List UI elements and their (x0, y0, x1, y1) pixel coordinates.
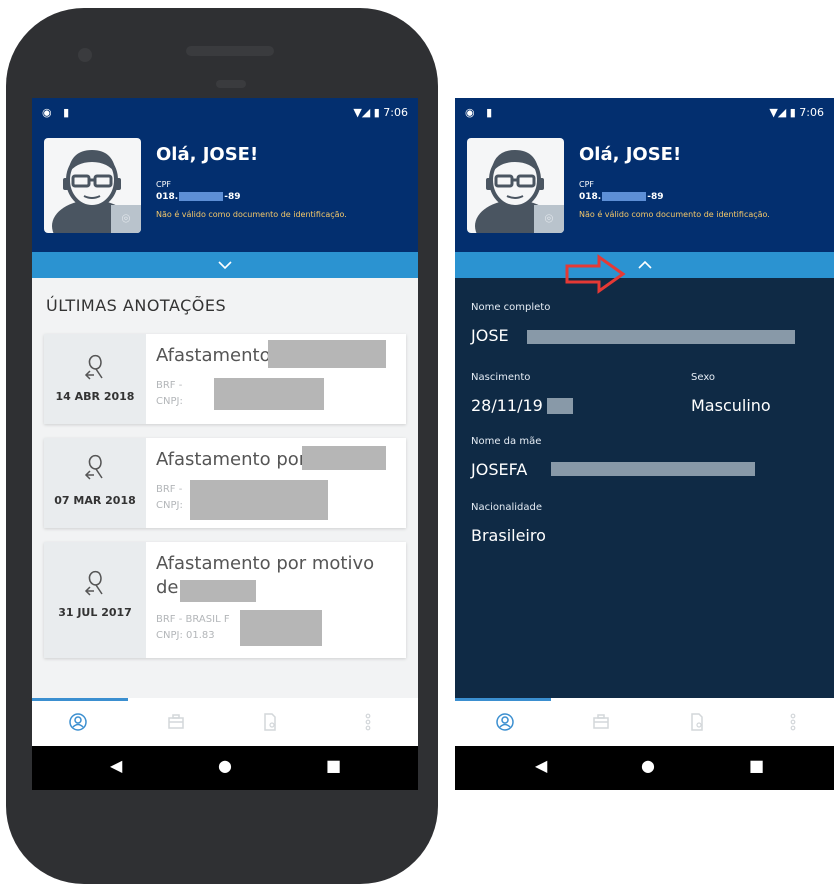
nationality-value: Brasileiro (471, 526, 546, 545)
camera-icon[interactable]: ⌾ (111, 205, 141, 233)
status-time: 7:06 (799, 106, 824, 119)
cpf-suffix: -89 (647, 192, 664, 202)
back-button[interactable]: ◀ (535, 756, 547, 775)
section-title: ÚLTIMAS ANOTAÇÕES (46, 296, 227, 315)
annotation-card[interactable]: 31 JUL 2017 Afastamento por motivo de BR… (44, 542, 406, 658)
status-left-icons: ◉ ▮ (42, 106, 74, 119)
profile-header: ⌾ Olá, JOSE! CPF 018. -89 Não é válido co… (32, 128, 418, 252)
active-tab-indicator (455, 698, 551, 701)
more-icon[interactable] (783, 712, 803, 732)
recents-button[interactable]: ■ (749, 756, 764, 775)
document-disclaimer: Não é válido como documento de identific… (156, 210, 347, 219)
mother-name-value: JOSEFA (471, 460, 528, 479)
status-bar: ◉ ▮ ▼◢ ▮ 7:06 (32, 98, 418, 128)
avatar[interactable]: ⌾ (467, 138, 564, 233)
birth-date-label: Nascimento (471, 372, 531, 383)
card-company: BRF - (156, 484, 183, 495)
front-camera (78, 48, 92, 62)
recents-button[interactable]: ■ (326, 756, 341, 775)
status-time: 7:06 (383, 106, 408, 119)
card-date: 31 JUL 2017 (58, 606, 132, 619)
active-tab-indicator (32, 698, 128, 701)
redaction (190, 480, 328, 520)
card-company: BRF - (156, 380, 183, 391)
status-left-icons: ◉ ▮ (465, 106, 497, 119)
document-disclaimer: Não é válido como documento de identific… (579, 210, 770, 219)
home-button[interactable]: ● (641, 756, 655, 775)
card-cnpj: CNPJ: (156, 500, 183, 511)
expand-details-button[interactable] (32, 252, 418, 278)
full-name-value: JOSE (471, 326, 509, 345)
redaction (547, 398, 573, 414)
person-leaving-icon (84, 570, 103, 596)
profile-header: ⌾ Olá, JOSE! CPF 018. -89 Não é válido co… (455, 128, 834, 252)
more-icon[interactable] (358, 712, 378, 732)
redaction (214, 378, 324, 410)
system-navigation-bar: ◀ ● ■ (32, 746, 418, 790)
system-navigation-bar: ◀ ● ■ (455, 746, 834, 790)
redaction (302, 446, 386, 470)
redaction (180, 580, 256, 602)
status-right: ▼◢ ▮ 7:06 (769, 106, 824, 119)
chevron-down-icon (218, 261, 232, 270)
earpiece-speaker (186, 46, 274, 56)
document-icon[interactable] (687, 712, 707, 732)
person-leaving-icon (84, 354, 103, 380)
cpf-value: 018. -89 (156, 192, 240, 202)
annotation-card[interactable]: 07 MAR 2018 Afastamento por BRF - CNPJ: (44, 438, 406, 528)
sex-label: Sexo (691, 372, 716, 383)
cpf-prefix: 018. (156, 192, 179, 202)
status-bar: ◉ ▮ ▼◢ ▮ 7:06 (455, 98, 834, 128)
cpf-label: CPF (579, 180, 595, 189)
profile-icon[interactable] (68, 712, 88, 732)
document-icon[interactable] (260, 712, 280, 732)
briefcase-icon[interactable] (166, 712, 186, 732)
card-cnpj: CNPJ: 01.83 (156, 630, 215, 641)
avatar[interactable]: ⌾ (44, 138, 141, 233)
signal-battery-icons: ▼◢ ▮ (353, 106, 380, 119)
redaction (268, 340, 386, 368)
profile-screen-expanded: ◉ ▮ ▼◢ ▮ 7:06 ⌾ Olá, JOSE! CPF 018. -89 (455, 98, 834, 790)
profile-icon[interactable] (495, 712, 515, 732)
annotation-card[interactable]: 14 ABR 2018 Afastamento BRF - CNPJ: (44, 334, 406, 424)
redaction (240, 610, 322, 646)
greeting-title: Olá, JOSE! (156, 144, 259, 165)
cpf-value: 018. -89 (579, 192, 663, 202)
cpf-prefix: 018. (579, 192, 602, 202)
cpf-redaction (602, 192, 647, 201)
collapse-details-button[interactable] (455, 252, 834, 278)
cpf-suffix: -89 (224, 192, 241, 202)
card-date-panel: 31 JUL 2017 (44, 542, 146, 658)
proximity-sensor (216, 80, 246, 88)
nationality-label: Nacionalidade (471, 502, 543, 513)
home-button[interactable]: ● (218, 756, 232, 775)
card-date: 14 ABR 2018 (55, 390, 135, 403)
card-cnpj: CNPJ: (156, 396, 183, 407)
profile-screen-collapsed: ◉ ▮ ▼◢ ▮ 7:06 ⌾ Olá, JOSE! CPF 018. -89 (32, 98, 418, 790)
signal-battery-icons: ▼◢ ▮ (769, 106, 796, 119)
card-company: BRF - BRASIL F (156, 614, 230, 625)
mother-name-label: Nome da mãe (471, 436, 542, 447)
back-button[interactable]: ◀ (110, 756, 122, 775)
briefcase-icon[interactable] (591, 712, 611, 732)
cpf-redaction (179, 192, 224, 201)
bottom-navigation (32, 698, 418, 746)
card-date: 07 MAR 2018 (54, 494, 136, 507)
camera-icon[interactable]: ⌾ (534, 205, 564, 233)
full-name-label: Nome completo (471, 302, 551, 313)
redaction (527, 330, 795, 344)
bottom-navigation (455, 698, 834, 746)
card-date-panel: 14 ABR 2018 (44, 334, 146, 424)
chevron-up-icon (637, 260, 652, 269)
card-date-panel: 07 MAR 2018 (44, 438, 146, 528)
highlight-arrow-icon (565, 254, 626, 294)
cpf-label: CPF (156, 180, 172, 189)
birth-date-value: 28/11/19 (471, 396, 543, 415)
status-right: ▼◢ ▮ 7:06 (353, 106, 408, 119)
sex-value: Masculino (691, 396, 771, 415)
person-leaving-icon (84, 454, 103, 480)
redaction (551, 462, 755, 476)
greeting-title: Olá, JOSE! (579, 144, 682, 165)
